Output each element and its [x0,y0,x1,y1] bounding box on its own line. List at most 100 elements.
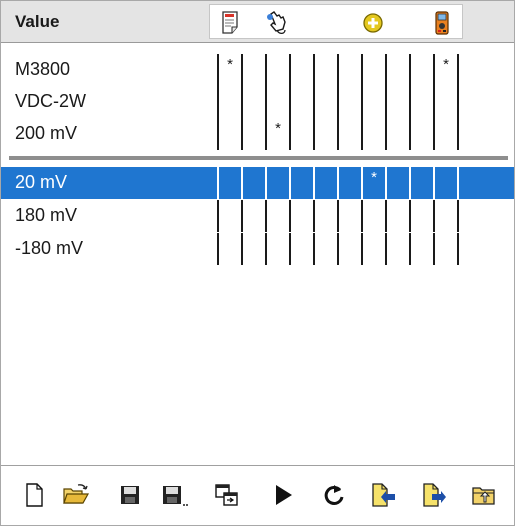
cell-divider [313,233,315,265]
save-button[interactable] [115,482,145,512]
cell-divider [217,167,219,199]
cell-divider [241,86,243,118]
save-as-button[interactable] [161,482,191,512]
cell-divider [457,200,459,232]
export-button[interactable] [419,482,449,512]
cell-divider [337,233,339,265]
cell-divider [241,233,243,265]
table-row[interactable]: M3800 * * [1,54,514,86]
upload-folder-button[interactable] [469,482,499,512]
cell-divider [385,200,387,232]
cell-divider [265,233,267,265]
row-value: -180 mV [15,238,84,258]
table-row[interactable]: VDC-2W [1,86,514,118]
cell-divider [337,54,339,86]
cell-divider [385,86,387,118]
cell-divider [361,233,363,265]
cell-divider [361,86,363,118]
table-row[interactable]: 180 mV [1,200,514,232]
cell-divider [385,54,387,86]
save-as-icon [161,482,191,513]
cell-divider [337,118,339,150]
value-column-title[interactable]: Value [15,12,59,32]
cell-divider [265,167,267,199]
column-header: Value [1,1,514,43]
cell-divider [385,118,387,150]
cell-divider [409,167,411,199]
separator-bar[interactable] [9,156,508,160]
cell-divider [289,118,291,150]
cell-divider [265,200,267,232]
cell-divider [409,233,411,265]
multimeter-icon[interactable] [430,10,454,36]
row-value: M3800 [15,59,71,79]
cell-divider [217,118,219,150]
column-icon-strip [209,4,463,39]
cell-divider [265,86,267,118]
cell-divider [313,86,315,118]
play-icon [271,482,295,513]
row-value: 20 mV [15,172,68,192]
new-file-button[interactable] [19,482,49,512]
cell-divider [241,54,243,86]
cell-divider [337,167,339,199]
refresh-icon [322,482,346,513]
cell-divider [289,167,291,199]
value-grid[interactable]: M3800 * * VDC-2W 200 mV * 20 mV * 180 mV -180 mV [1,44,514,464]
cell-mark: * [371,169,377,186]
cell-divider [433,86,435,118]
cell-mark: * [275,120,281,137]
cell-divider [409,118,411,150]
import-icon [369,482,397,513]
table-row[interactable]: 200 mV * [1,118,514,150]
cell-divider [241,118,243,150]
export-icon [420,482,448,513]
cell-divider [457,54,459,86]
cell-divider [433,200,435,232]
cell-divider [289,86,291,118]
cell-divider [217,233,219,265]
cell-divider [265,54,267,86]
open-folder-button[interactable] [61,482,91,512]
cell-divider [337,86,339,118]
cell-divider [217,200,219,232]
cell-divider [361,54,363,86]
cell-divider [289,200,291,232]
cell-divider [433,118,435,150]
cell-divider [241,200,243,232]
play-button[interactable] [268,482,298,512]
row-value: 200 mV [15,123,78,143]
table-row[interactable]: -180 mV [1,233,514,265]
refresh-button[interactable] [319,482,349,512]
upload-folder-icon [470,482,498,513]
cell-divider [457,167,459,199]
cell-divider [313,118,315,150]
save-icon [118,482,142,513]
copy-window-icon [213,482,241,513]
bottom-toolbar [1,465,514,525]
add-circle-icon[interactable] [361,10,385,36]
cell-divider [409,200,411,232]
row-value: 180 mV [15,205,78,225]
cell-divider [241,167,243,199]
cell-divider [457,118,459,150]
cell-divider [337,200,339,232]
notepad-icon[interactable] [219,10,243,36]
cell-divider [361,118,363,150]
open-folder-icon [62,482,90,513]
cell-divider [385,233,387,265]
table-row[interactable]: 20 mV * [1,167,514,199]
cell-divider [217,86,219,118]
hand-pointer-icon[interactable] [265,10,289,36]
cell-divider [313,167,315,199]
new-file-icon [22,482,46,513]
import-button[interactable] [368,482,398,512]
cell-divider [313,200,315,232]
copy-window-button[interactable] [212,482,242,512]
cell-divider [361,200,363,232]
cell-divider [433,233,435,265]
cell-divider [313,54,315,86]
cell-divider [289,54,291,86]
row-value: VDC-2W [15,91,86,111]
cell-mark: * [443,56,449,73]
